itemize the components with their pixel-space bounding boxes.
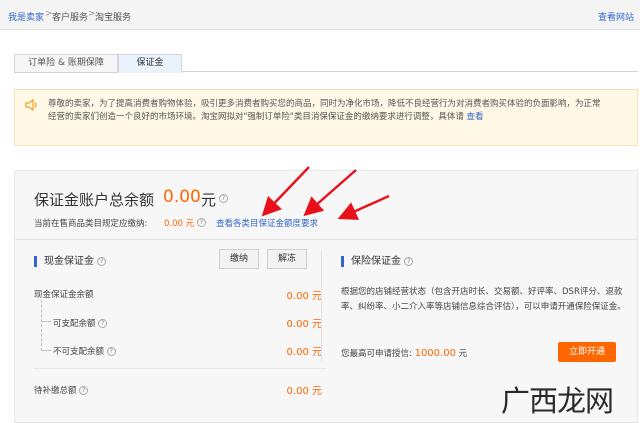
deposit-button[interactable]: 缴纳 [219,249,259,269]
watermark-text: 广西龙网 [501,384,614,418]
unavailable-balance-label: 不可支配余额 ? [53,345,116,357]
notice-banner: 尊敬的卖家，为了提高消费者购物体验，吸引更多消费者购买您的商品，同时为净化市场，… [14,89,638,146]
tree-connector [41,350,51,351]
tab-deposit[interactable]: 保证金 [118,54,182,73]
divider [15,239,637,240]
insurance-description: 根据您的店铺经营状态（包含开店时长、交易额、好评率、DSR评分、退款率、纠纷率、… [341,287,626,312]
divider [34,368,326,369]
requirement-link[interactable]: 查看各类目保证金额度要求 [216,217,318,229]
total-balance-unit: 元 [201,191,217,209]
column-divider [321,251,322,361]
breadcrumb-item-taobao-service: 淘宝服务 [95,13,132,23]
insurance-max-credit: 您最高可申请授信: 1000.00 元 [341,347,467,359]
insurance-max-label: 您最高可申请授信: [341,349,412,359]
insurance-deposit-title-text: 保险保证金 [351,256,401,267]
top-bar: 我是卖家 > 客户服务 > 淘宝服务 查看网站 [0,0,640,30]
tab-order-insurance[interactable]: 订单险 & 账期保障 [14,54,118,73]
insurance-deposit-title: 保险保证金 ? [341,256,414,267]
help-icon[interactable]: ? [97,256,107,266]
help-icon[interactable]: ? [219,194,228,203]
speaker-icon [25,99,37,111]
pending-total-amount: 0.00 元 [286,386,322,397]
notice-body: 尊敬的卖家，为了提高消费者购物体验，吸引更多消费者购买您的商品，同时为净化市场，… [48,99,601,122]
pending-total-label-text: 待补缴总额 [34,386,77,396]
tab-bar: 订单险 & 账期保障 保证金 [14,54,638,73]
available-balance-amount: 0.00 元 [286,319,322,330]
available-balance-label-text: 可支配余额 [53,319,96,329]
unfreeze-button[interactable]: 解冻 [267,249,307,269]
notice-more-link[interactable]: 查看 [467,112,484,122]
help-icon[interactable]: ? [106,347,116,356]
unavailable-balance-amount: 0.00 元 [286,347,322,358]
record-link[interactable]: 查看网站 [598,10,634,23]
unavailable-balance-label-text: 不可支配余额 [53,347,105,357]
cash-balance-amount: 0.00 元 [286,291,322,302]
insurance-max-unit: 元 [458,349,468,359]
notice-text: 尊敬的卖家，为了提高消费者购物体验，吸引更多消费者购买您的商品，同时为净化市场，… [48,98,608,124]
breadcrumb-item-seller[interactable]: 我是卖家 [8,10,44,23]
cash-deposit-title-text: 现金保证金 [44,256,94,267]
breadcrumb-item-customer-service[interactable]: 客户服务 [52,10,88,23]
total-balance-amount: 0.00 [163,187,201,207]
tree-connector [41,295,51,351]
pending-total-label: 待补缴总额 ? [34,384,89,396]
total-balance-label: 保证金账户总余额 [34,191,155,209]
insurance-max-amount: 1000.00 [414,348,456,359]
open-now-button[interactable]: 立即开通 [558,342,616,362]
help-icon[interactable]: ? [197,218,206,227]
watermark-logo: 广西龙网 [499,374,631,418]
help-icon[interactable]: ? [79,386,89,395]
required-amount-value: 0.00 元 [164,219,195,229]
cash-deposit-title: 现金保证金 ? [34,256,107,267]
required-amount-label: 当前在售商品类目规定应缴纳: [34,219,148,229]
available-balance-label: 可支配余额 ? [53,317,108,329]
tree-connector [41,321,51,322]
help-icon[interactable]: ? [404,256,414,266]
help-icon[interactable]: ? [98,319,108,328]
